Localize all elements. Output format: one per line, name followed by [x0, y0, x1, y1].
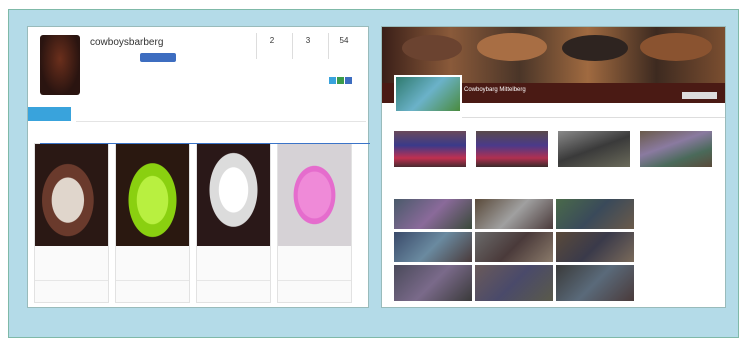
profile-username: cowboysbarberg — [90, 37, 164, 48]
social-icons — [328, 71, 352, 89]
share-icon[interactable] — [337, 77, 344, 84]
photo-thumbnail[interactable] — [556, 265, 634, 301]
product-image[interactable] — [197, 144, 270, 246]
page-name: Cowboybarg Mittelberg — [464, 87, 526, 93]
stat-number: 3 — [305, 36, 311, 45]
divider — [35, 280, 108, 281]
social-page-screenshot: Cowboybarg Mittelberg — [382, 27, 725, 307]
page-profile-picture[interactable] — [394, 75, 462, 113]
hat-shape — [562, 35, 628, 61]
photo-thumbnail[interactable] — [556, 199, 634, 229]
stat-number: 54 — [339, 36, 349, 45]
photo-thumbnail[interactable] — [475, 265, 553, 301]
hat-shape — [402, 35, 462, 61]
page-action-button[interactable] — [682, 92, 717, 99]
product-card[interactable] — [196, 143, 271, 303]
divider — [116, 280, 189, 281]
photo-thumbnail[interactable] — [475, 199, 553, 229]
guide-line — [40, 143, 370, 144]
avatar[interactable] — [40, 35, 80, 95]
hat-shape — [477, 33, 547, 61]
photo-thumbnail[interactable] — [394, 199, 472, 229]
divider — [197, 280, 270, 281]
divider — [278, 280, 351, 281]
product-card[interactable] — [277, 143, 352, 303]
shop-profile-screenshot: cowboysbarberg 2 3 54 — [28, 27, 368, 307]
stat-2: 3 — [292, 33, 323, 59]
photo-thumbnail[interactable] — [394, 265, 472, 301]
product-image[interactable] — [116, 144, 189, 246]
page-nav — [462, 107, 725, 118]
photo-thumbnail[interactable] — [394, 232, 472, 262]
video-thumbnail[interactable] — [640, 131, 712, 167]
video-thumbnail[interactable] — [394, 131, 466, 167]
twitter-icon[interactable] — [329, 77, 336, 84]
edit-button[interactable] — [140, 53, 176, 62]
product-image[interactable] — [278, 144, 351, 246]
profile-tabs — [76, 107, 366, 122]
stat-number: 2 — [269, 36, 275, 45]
photo-thumbnail[interactable] — [556, 232, 634, 262]
hat-shape — [640, 33, 712, 61]
product-card[interactable] — [115, 143, 190, 303]
product-card[interactable] — [34, 143, 109, 303]
video-thumbnail[interactable] — [476, 131, 548, 167]
video-thumbnail[interactable] — [558, 131, 630, 167]
photo-thumbnail[interactable] — [475, 232, 553, 262]
stat-1: 2 — [256, 33, 287, 59]
facebook-icon[interactable] — [345, 77, 352, 84]
product-image[interactable] — [35, 144, 108, 246]
stat-3: 54 — [328, 33, 359, 59]
follow-button[interactable] — [28, 107, 71, 121]
